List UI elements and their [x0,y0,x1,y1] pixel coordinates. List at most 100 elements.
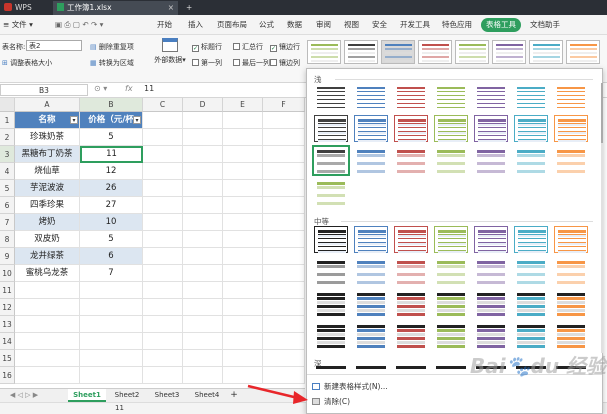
menu-item-review[interactable]: 审阅 [316,15,331,35]
active-cell[interactable]: 11 [80,146,143,163]
menu-item-start[interactable]: 开始 [157,15,172,35]
empty-cell[interactable] [183,180,223,197]
empty-cell[interactable] [263,231,305,248]
empty-cell[interactable] [223,197,263,214]
empty-cell[interactable] [80,333,143,350]
external-data-button[interactable]: 外部数据▾ [151,38,189,65]
option-last-column[interactable]: 最后一列 [233,58,270,68]
add-sheet-button[interactable]: + [228,389,240,402]
empty-cell[interactable] [263,214,305,231]
table-style-light[interactable] [514,147,548,174]
row-header[interactable]: 7 [0,214,15,231]
table-cell[interactable]: 龙井绿茶 [15,248,80,265]
empty-cell[interactable] [223,146,263,163]
formula-icons[interactable]: ⊙ ▾ [94,84,107,93]
gallery-style-swatch[interactable] [381,40,415,64]
empty-cell[interactable] [263,265,305,282]
table-style-medium[interactable] [514,322,548,349]
table-style-medium[interactable] [354,322,388,349]
table-style-dark[interactable] [436,366,466,369]
fx-icon[interactable]: fx [125,84,133,93]
table-cell[interactable]: 10 [80,214,143,231]
empty-cell[interactable] [223,231,263,248]
row-header[interactable]: 5 [0,180,15,197]
row-header[interactable]: 13 [0,316,15,333]
filter-dropdown-icon[interactable]: ▾ [133,116,141,124]
empty-cell[interactable] [143,146,183,163]
column-header-d[interactable]: D [183,98,223,112]
table-style-light[interactable] [434,83,468,110]
table-style-dark[interactable] [356,366,386,369]
table-style-medium[interactable] [314,258,348,285]
table-style-light[interactable] [554,115,588,142]
table-style-medium[interactable] [394,290,428,317]
table-style-light[interactable] [474,83,508,110]
table-cell[interactable]: 6 [80,248,143,265]
empty-cell[interactable] [15,316,80,333]
table-style-light[interactable] [474,115,508,142]
empty-cell[interactable] [223,129,263,146]
empty-cell[interactable] [183,146,223,163]
table-style-light[interactable] [554,147,588,174]
table-style-medium[interactable] [554,226,588,253]
row-header[interactable]: 14 [0,333,15,350]
gallery-style-swatch[interactable] [307,40,341,64]
close-tab-icon[interactable]: × [168,1,174,15]
menu-item-security[interactable]: 安全 [372,15,387,35]
empty-cell[interactable] [80,316,143,333]
name-box[interactable]: B3 [0,84,88,96]
sheet-tab-3[interactable]: Sheet3 [148,389,186,402]
row-header[interactable]: 2 [0,129,15,146]
gallery-style-swatch[interactable] [455,40,489,64]
empty-cell[interactable] [80,350,143,367]
empty-cell[interactable] [143,248,183,265]
menu-item-view[interactable]: 视图 [344,15,359,35]
empty-cell[interactable] [183,367,223,384]
option-banded-rows[interactable]: ✓ 镶边行 [270,42,300,52]
resize-table-button[interactable]: ⊞ 调整表格大小 [2,58,52,68]
table-style-dark[interactable] [396,366,426,369]
empty-cell[interactable] [183,265,223,282]
empty-cell[interactable] [80,299,143,316]
table-cell[interactable]: 烧仙草 [15,163,80,180]
table-style-dark[interactable] [316,366,346,369]
quick-access-icons[interactable]: ▣ ⎙ ▢ ↶ ↷ ▾ [55,15,103,35]
empty-cell[interactable] [223,316,263,333]
table-style-medium[interactable] [354,290,388,317]
scrollbar[interactable] [601,83,603,353]
table-cell[interactable]: 5 [80,231,143,248]
empty-cell[interactable] [183,350,223,367]
empty-cell[interactable] [263,316,305,333]
menu-item-page-layout[interactable]: 页面布局 [217,15,247,35]
empty-cell[interactable] [183,316,223,333]
column-header-f[interactable]: F [263,98,305,112]
table-style-medium[interactable] [354,258,388,285]
table-style-light[interactable] [434,147,468,174]
table-cell[interactable]: 烤奶 [15,214,80,231]
gallery-style-swatch[interactable] [344,40,378,64]
empty-cell[interactable] [183,197,223,214]
empty-cell[interactable] [143,367,183,384]
empty-cell[interactable] [183,282,223,299]
sheet-tab-1[interactable]: Sheet1 [68,389,106,402]
row-header[interactable]: 15 [0,350,15,367]
row-header[interactable]: 1 [0,112,15,129]
column-header-b[interactable]: B [80,98,143,112]
row-header[interactable]: 12 [0,299,15,316]
row-header[interactable]: 3 [0,146,15,163]
menu-file[interactable]: ≡ 文件 ▾ [3,15,33,35]
table-style-light[interactable] [314,179,348,206]
table-style-medium[interactable] [354,226,388,253]
empty-cell[interactable] [143,197,183,214]
empty-cell[interactable] [183,248,223,265]
new-tab-button[interactable]: + [182,1,194,15]
option-header-row[interactable]: ✓ 标题行 [192,42,222,52]
table-cell[interactable]: 26 [80,180,143,197]
empty-cell[interactable] [183,163,223,180]
row-header[interactable]: 9 [0,248,15,265]
table-cell[interactable]: 12 [80,163,143,180]
empty-cell[interactable] [183,129,223,146]
table-cell[interactable]: 7 [80,265,143,282]
scrollbar-thumb[interactable] [601,83,603,143]
table-cell[interactable]: 黑糖布丁奶茶 [15,146,80,163]
